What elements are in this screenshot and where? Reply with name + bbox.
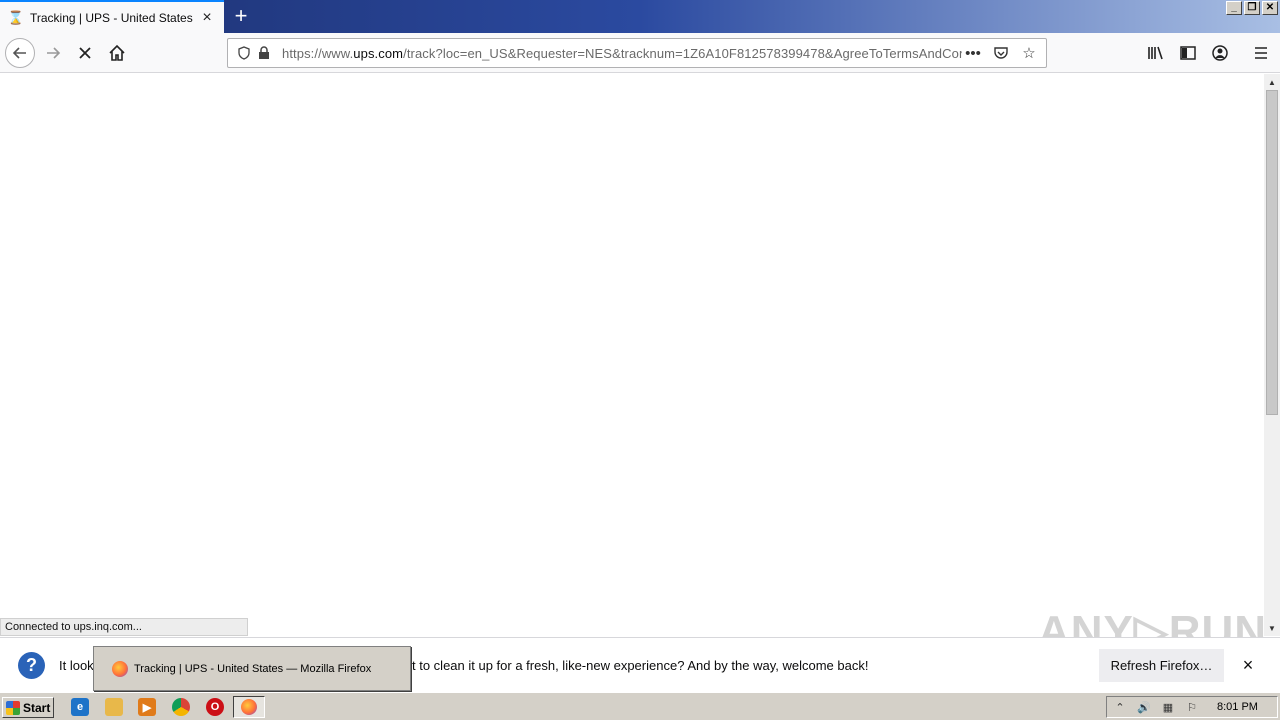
flag-icon[interactable]: ⚐	[1185, 700, 1199, 714]
internet-explorer-icon[interactable]: e	[71, 698, 89, 716]
bookmark-star-icon[interactable]: ☆	[1018, 42, 1040, 64]
forward-button[interactable]	[38, 38, 68, 68]
folder-icon[interactable]	[105, 698, 123, 716]
window-close-button[interactable]: ✕	[1262, 1, 1278, 15]
home-button[interactable]	[102, 38, 132, 68]
url-prefix: https://www.	[282, 45, 354, 61]
url-text[interactable]: https://www.ups.com/track?loc=en_US&Requ…	[282, 46, 962, 61]
vertical-scrollbar[interactable]: ▲ ▼	[1264, 74, 1280, 636]
windows-logo-icon	[6, 700, 20, 715]
stop-button[interactable]	[70, 38, 100, 68]
back-button[interactable]	[5, 38, 35, 68]
menu-icon[interactable]	[1249, 41, 1273, 65]
tab-close-icon[interactable]: ×	[198, 9, 216, 27]
url-host: ups.com	[353, 45, 404, 61]
status-text: Connected to ups.inq.com...	[0, 618, 248, 636]
nav-bar: https://www.ups.com/track?loc=en_US&Requ…	[0, 33, 1280, 73]
lock-icon[interactable]	[254, 43, 274, 63]
notification-message-end: t to clean it up for a fresh, like-new e…	[412, 658, 869, 673]
notification-close-icon[interactable]: ×	[1238, 655, 1258, 675]
start-button[interactable]: Start	[2, 697, 54, 718]
firefox-taskbar-icon	[241, 699, 257, 715]
start-label: Start	[23, 700, 51, 715]
taskbar-firefox-button[interactable]	[233, 696, 265, 718]
window-controls: _ ❐ ✕	[1226, 1, 1278, 15]
clock[interactable]: 8:01 PM	[1217, 701, 1258, 713]
system-tray: ⌃ 🔊 ▦ ⚐ 8:01 PM	[1106, 696, 1278, 718]
taskbar: Start e ▶ O ⌃ 🔊 ▦ ⚐ 8:01 PM	[0, 692, 1280, 720]
tab-strip: ⌛ Tracking | UPS - United States × + _ ❐…	[0, 0, 1280, 33]
network-icon[interactable]: ▦	[1161, 700, 1175, 714]
scroll-up-icon[interactable]: ▲	[1265, 75, 1279, 89]
media-player-icon[interactable]: ▶	[138, 698, 156, 716]
url-actions: ••• ☆	[962, 42, 1040, 64]
volume-icon[interactable]: 🔊	[1137, 700, 1151, 714]
url-path: /track?loc=en_US&Requester=NES&tracknum=…	[403, 45, 962, 61]
question-icon: ?	[18, 652, 45, 679]
arrow-left-icon	[12, 47, 26, 59]
minimize-button[interactable]: _	[1226, 1, 1242, 15]
new-tab-button[interactable]: +	[228, 3, 254, 28]
more-actions-icon[interactable]: •••	[962, 42, 984, 64]
restore-button[interactable]: ❐	[1244, 1, 1260, 15]
preview-title: Tracking | UPS - United States — Mozilla…	[134, 662, 372, 675]
tab-title: Tracking | UPS - United States	[30, 10, 193, 25]
stop-icon	[79, 47, 91, 59]
pocket-icon[interactable]	[990, 42, 1012, 64]
opera-icon[interactable]: O	[206, 698, 224, 716]
hourglass-icon: ⌛	[7, 9, 25, 25]
scroll-down-icon[interactable]: ▼	[1265, 621, 1279, 635]
home-icon	[109, 44, 125, 61]
tab-tracking[interactable]: ⌛ Tracking | UPS - United States ×	[0, 0, 224, 33]
tray-expand-icon[interactable]: ⌃	[1113, 700, 1127, 714]
firefox-icon	[112, 660, 128, 677]
library-icon[interactable]	[1144, 41, 1168, 65]
refresh-firefox-button[interactable]: Refresh Firefox…	[1099, 649, 1224, 682]
url-bar[interactable]: https://www.ups.com/track?loc=en_US&Requ…	[227, 38, 1047, 68]
chrome-icon[interactable]	[172, 698, 190, 716]
taskbar-preview[interactable]: Tracking | UPS - United States — Mozilla…	[93, 646, 411, 691]
tracking-shield-icon[interactable]	[234, 43, 254, 63]
account-icon[interactable]	[1208, 41, 1232, 65]
arrow-right-icon	[47, 47, 61, 59]
sidebar-icon[interactable]	[1176, 41, 1200, 65]
notification-message-start: It look	[59, 658, 94, 673]
scrollbar-thumb[interactable]	[1266, 90, 1278, 415]
page-content	[0, 74, 1264, 636]
